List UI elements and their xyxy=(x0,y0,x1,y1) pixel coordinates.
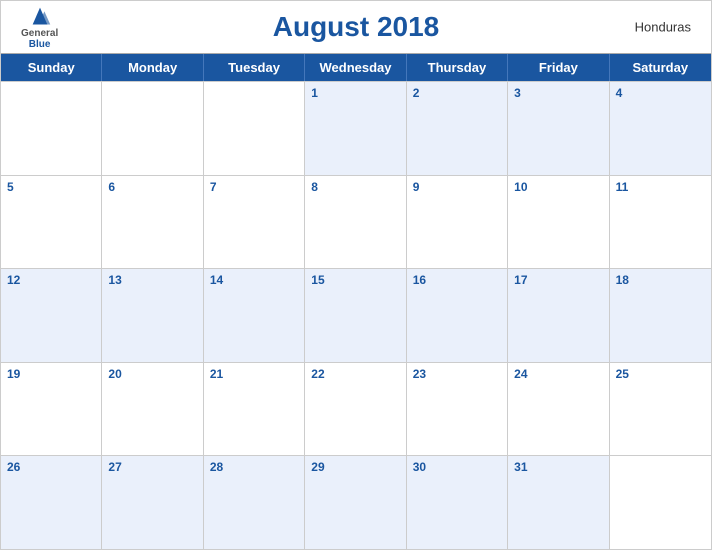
day-number: 22 xyxy=(311,367,324,381)
day-number: 20 xyxy=(108,367,121,381)
day-cell: 27 xyxy=(102,456,203,549)
day-number: 5 xyxy=(7,180,14,194)
weeks-container: 1234567891011121314151617181920212223242… xyxy=(1,81,711,549)
logo-icon xyxy=(25,4,55,26)
day-number: 18 xyxy=(616,273,629,287)
day-number: 9 xyxy=(413,180,420,194)
day-cell: 22 xyxy=(305,363,406,456)
day-header-saturday: Saturday xyxy=(610,54,711,81)
day-cell xyxy=(102,82,203,175)
day-cell xyxy=(204,82,305,175)
day-number: 2 xyxy=(413,86,420,100)
day-cell: 31 xyxy=(508,456,609,549)
day-number: 16 xyxy=(413,273,426,287)
day-number: 21 xyxy=(210,367,223,381)
day-number: 7 xyxy=(210,180,217,194)
day-number: 27 xyxy=(108,460,121,474)
logo-area: General Blue xyxy=(21,4,58,50)
day-cell: 7 xyxy=(204,176,305,269)
day-number: 6 xyxy=(108,180,115,194)
calendar-header: General Blue August 2018 Honduras xyxy=(1,1,711,53)
calendar-grid: SundayMondayTuesdayWednesdayThursdayFrid… xyxy=(1,53,711,549)
day-number: 13 xyxy=(108,273,121,287)
day-number: 23 xyxy=(413,367,426,381)
day-number: 1 xyxy=(311,86,318,100)
day-cell: 26 xyxy=(1,456,102,549)
week-row-1: 1 2 3 4 xyxy=(1,81,711,175)
day-header-tuesday: Tuesday xyxy=(204,54,305,81)
day-cell: 9 xyxy=(407,176,508,269)
week-row-3: 12 13 14 15 16 17 18 xyxy=(1,268,711,362)
day-number: 12 xyxy=(7,273,20,287)
day-number: 31 xyxy=(514,460,527,474)
day-cell: 3 xyxy=(508,82,609,175)
day-cell: 12 xyxy=(1,269,102,362)
day-cell: 6 xyxy=(102,176,203,269)
day-number: 26 xyxy=(7,460,20,474)
week-row-2: 5 6 7 8 9 10 11 xyxy=(1,175,711,269)
logo-text-blue: Blue xyxy=(29,39,51,50)
day-cell xyxy=(1,82,102,175)
day-cell: 29 xyxy=(305,456,406,549)
day-header-sunday: Sunday xyxy=(1,54,102,81)
day-number: 25 xyxy=(616,367,629,381)
country-label: Honduras xyxy=(635,20,691,35)
day-cell: 2 xyxy=(407,82,508,175)
day-number: 29 xyxy=(311,460,324,474)
calendar-title: August 2018 xyxy=(273,11,440,43)
day-cell: 15 xyxy=(305,269,406,362)
day-cell: 17 xyxy=(508,269,609,362)
day-cell: 19 xyxy=(1,363,102,456)
day-cell: 30 xyxy=(407,456,508,549)
day-header-wednesday: Wednesday xyxy=(305,54,406,81)
day-cell: 11 xyxy=(610,176,711,269)
day-header-friday: Friday xyxy=(508,54,609,81)
day-cell: 13 xyxy=(102,269,203,362)
day-cell: 20 xyxy=(102,363,203,456)
day-number: 28 xyxy=(210,460,223,474)
day-cell: 10 xyxy=(508,176,609,269)
day-number: 17 xyxy=(514,273,527,287)
day-cell: 5 xyxy=(1,176,102,269)
day-number: 8 xyxy=(311,180,318,194)
week-row-4: 19 20 21 22 23 24 25 xyxy=(1,362,711,456)
day-cell: 8 xyxy=(305,176,406,269)
day-number: 24 xyxy=(514,367,527,381)
day-cell: 25 xyxy=(610,363,711,456)
day-header-monday: Monday xyxy=(102,54,203,81)
day-cell: 1 xyxy=(305,82,406,175)
day-cell: 23 xyxy=(407,363,508,456)
calendar-container: General Blue August 2018 Honduras Sunday… xyxy=(0,0,712,550)
day-number: 15 xyxy=(311,273,324,287)
day-number: 30 xyxy=(413,460,426,474)
day-number: 19 xyxy=(7,367,20,381)
day-number: 14 xyxy=(210,273,223,287)
day-cell: 18 xyxy=(610,269,711,362)
day-cell: 14 xyxy=(204,269,305,362)
day-cell xyxy=(610,456,711,549)
day-cell: 4 xyxy=(610,82,711,175)
day-cell: 21 xyxy=(204,363,305,456)
day-header-thursday: Thursday xyxy=(407,54,508,81)
day-cell: 16 xyxy=(407,269,508,362)
day-cell: 28 xyxy=(204,456,305,549)
logo-text-general: General xyxy=(21,28,58,39)
day-number: 4 xyxy=(616,86,623,100)
day-number: 3 xyxy=(514,86,521,100)
day-number: 11 xyxy=(616,180,629,194)
week-row-5: 26 27 28 29 30 31 xyxy=(1,455,711,549)
day-headers: SundayMondayTuesdayWednesdayThursdayFrid… xyxy=(1,54,711,81)
day-cell: 24 xyxy=(508,363,609,456)
day-number: 10 xyxy=(514,180,527,194)
